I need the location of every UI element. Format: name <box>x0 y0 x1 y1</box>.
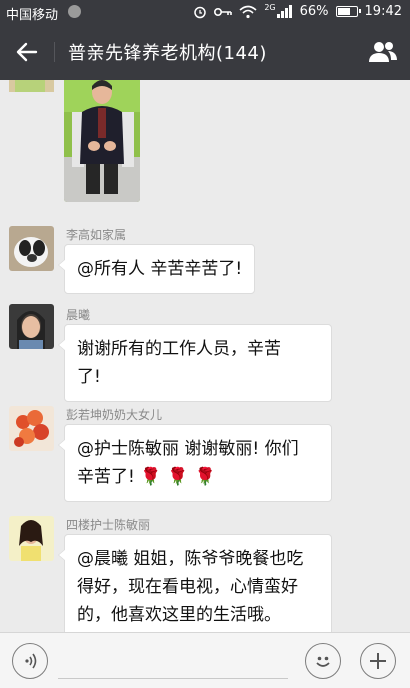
message-bubble[interactable]: 谢谢所有的工作人员，辛苦 了! <box>58 324 332 402</box>
message-bubble[interactable]: @护士陈敏丽 谢谢敏丽! 你们 辛苦了! 🌹🌹🌹 <box>58 424 332 502</box>
message-list[interactable]: 李高如家属 @所有人 辛苦辛苦了! 晨曦 谢谢所有的工作人员，辛苦 了! 彭若坤… <box>0 80 410 632</box>
message-text-line: 得好，现在看电视，心情蛮好 <box>77 577 298 597</box>
battery-icon <box>335 6 361 17</box>
sender-name: 李高如家属 <box>66 228 127 242</box>
signal-icon <box>276 5 292 18</box>
avatar[interactable] <box>9 304 54 349</box>
group-members-icon <box>369 42 397 62</box>
status-icons: 2G 66% 19:42 <box>193 3 402 19</box>
battery-percent: 66% <box>299 4 329 19</box>
sender-name: 四楼护士陈敏丽 <box>66 518 151 532</box>
chat-header: 普亲先锋养老机构(144) <box>0 24 410 80</box>
message-text-line: 辛苦了! <box>77 467 135 487</box>
chat-title: 普亲先锋养老机构(144) <box>68 43 267 64</box>
message-text-line: 的，他喜欢这里的生活哦。 <box>77 605 281 625</box>
sender-name: 晨曦 <box>66 308 91 322</box>
key-icon <box>214 7 233 16</box>
header-divider <box>54 42 55 62</box>
avatar[interactable] <box>9 406 54 451</box>
more-button[interactable] <box>360 643 396 679</box>
notification-icon <box>68 5 81 18</box>
message-bubble[interactable]: @晨曦 姐姐，陈爷爷晚餐也吃 得好，现在看电视，心情蛮好 的，他喜欢这里的生活哦… <box>58 534 332 632</box>
plus-icon <box>370 653 386 669</box>
message-text-line: 了! <box>77 367 101 387</box>
message-text-line: @护士陈敏丽 谢谢敏丽! 你们 <box>77 439 299 459</box>
wifi-icon <box>239 5 257 18</box>
message-text-line: 谢谢所有的工作人员，辛苦 <box>77 339 281 359</box>
sender-name: 彭若坤奶奶大女儿 <box>66 408 163 422</box>
back-button[interactable] <box>12 38 42 66</box>
emoji-icon <box>316 656 330 667</box>
avatar[interactable] <box>9 80 54 108</box>
arrow-left-icon <box>16 42 38 62</box>
avatar[interactable] <box>9 516 54 561</box>
alarm-icon <box>194 6 207 18</box>
status-time: 19:42 <box>364 4 402 19</box>
avatar[interactable] <box>9 226 54 271</box>
elderly-woman-photo[interactable] <box>64 80 140 202</box>
carrier-name: 中国移动 <box>6 8 59 23</box>
input-bar <box>0 632 410 688</box>
rose-emoji: 🌹🌹🌹 <box>140 467 222 487</box>
status-bar: 中国移动 2G 66% 19:42 <box>0 0 410 24</box>
message-bubble[interactable]: @所有人 辛苦辛苦了! <box>57 244 256 294</box>
voice-icon <box>25 653 37 669</box>
message-input[interactable] <box>58 643 288 679</box>
group-members-button[interactable] <box>366 38 400 66</box>
voice-button[interactable] <box>12 643 48 679</box>
emoji-button[interactable] <box>305 643 341 679</box>
message-text: @所有人 辛苦辛苦了! <box>77 259 243 279</box>
message-text-line: @晨曦 姐姐，陈爷爷晚餐也吃 <box>77 549 304 569</box>
network-type: 2G <box>264 3 276 12</box>
